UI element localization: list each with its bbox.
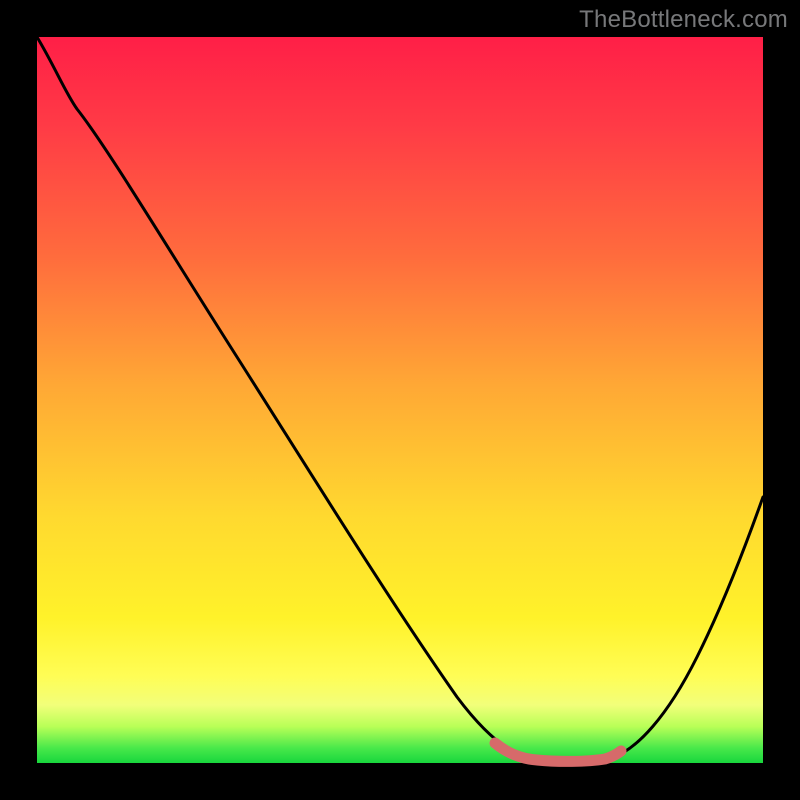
plot-area: [37, 37, 763, 763]
curve-svg: [37, 37, 763, 763]
optimal-range-marker: [495, 743, 621, 761]
watermark-text: TheBottleneck.com: [579, 6, 788, 34]
bottleneck-curve: [37, 37, 763, 761]
chart-frame: TheBottleneck.com: [0, 0, 800, 800]
